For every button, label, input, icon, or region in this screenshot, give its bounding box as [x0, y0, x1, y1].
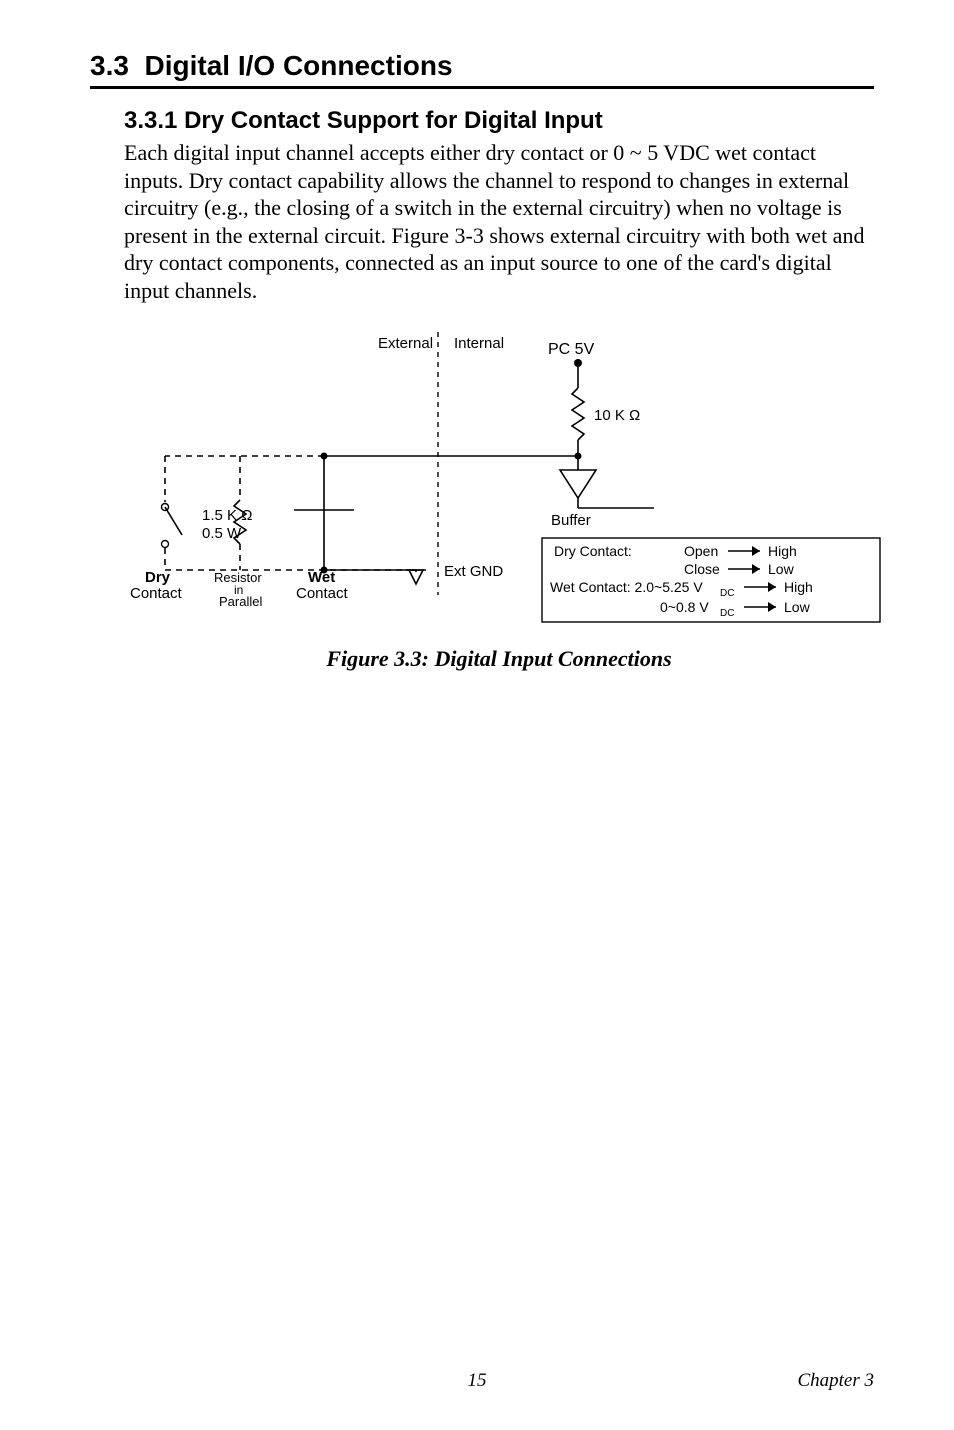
label-wet-text: Contact: [296, 585, 349, 602]
label-internal: Internal: [454, 335, 504, 352]
circuit-diagram: External Internal PC 5V 10 K Ω Buffer: [124, 330, 884, 640]
label-ext-gnd: Ext GND: [444, 563, 503, 580]
box-low2: Low: [784, 599, 811, 615]
box-wet: Wet Contact: 2.0~5.25 V: [550, 579, 703, 595]
figure-block: External Internal PC 5V 10 K Ω Buffer: [124, 330, 874, 672]
section-rule: [90, 86, 874, 89]
subsection-number: 3.3.1: [124, 107, 177, 134]
box-low: Low: [768, 561, 795, 577]
figure-caption: Figure 3.3: Digital Input Connections: [124, 646, 874, 672]
box-high: High: [768, 543, 797, 559]
section-title: Digital I/O Connections: [145, 50, 453, 81]
label-r05w: 0.5 W: [202, 525, 242, 542]
label-buffer: Buffer: [551, 512, 591, 529]
box-dc2: DC: [720, 608, 734, 619]
subsection-heading: 3.3.1 Dry Contact Support for Digital In…: [124, 107, 874, 135]
chapter-label: Chapter 3: [797, 1370, 874, 1392]
box-dc1: DC: [720, 588, 734, 599]
subsection-title: Dry Contact Support for Digital Input: [184, 107, 603, 134]
box-open: Open: [684, 543, 718, 559]
section-heading: 3.3 Digital I/O Connections: [90, 50, 874, 82]
page-number: 15: [468, 1370, 487, 1392]
label-external: External: [378, 335, 433, 352]
label-dry-text: Contact: [130, 585, 183, 602]
box-range2: 0~0.8 V: [660, 599, 709, 615]
label-parallel: Parallel: [219, 594, 262, 609]
box-close: Close: [684, 561, 720, 577]
body-paragraph: Each digital input channel accepts eithe…: [124, 139, 874, 304]
box-dry: Dry Contact:: [554, 543, 632, 559]
label-r10k: 10 K Ω: [594, 407, 640, 424]
label-pc5v: PC 5V: [548, 341, 595, 358]
page-footer: 15 Chapter 3: [0, 1370, 954, 1392]
section-number: 3.3: [90, 50, 129, 81]
box-high2: High: [784, 579, 813, 595]
label-dry-bold: Dry: [145, 569, 171, 586]
label-r15k: 1.5 K Ω: [202, 507, 252, 524]
label-wet-bold: Wet: [308, 569, 335, 586]
